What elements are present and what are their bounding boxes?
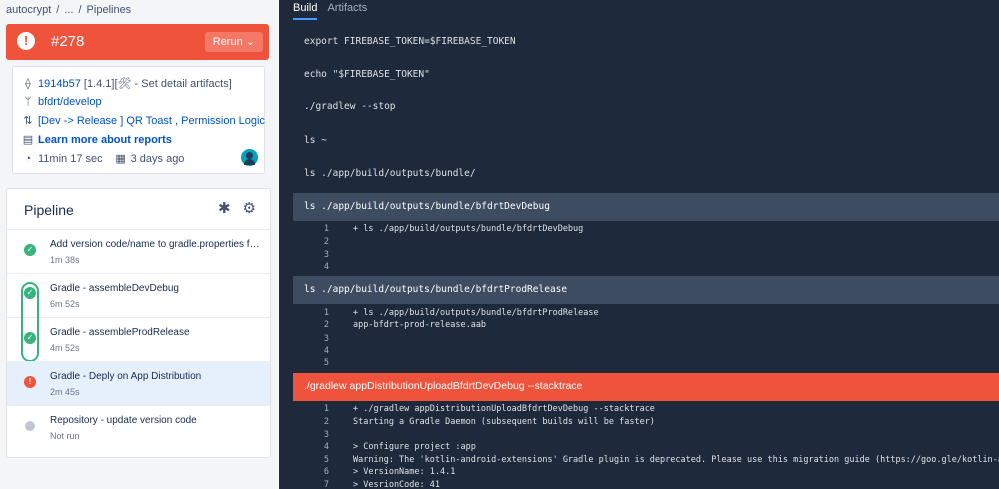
branch-link[interactable]: bfdrt/develop [38, 96, 102, 108]
step-title: Gradle - assembleProdRelease [50, 327, 190, 338]
log-line: 1 + ./gradlew appDistributionUploadBfdrtD… [323, 404, 655, 414]
pipeline-step[interactable]: Gradle - assembleProdRelease 4m 52s [7, 317, 270, 362]
commit-icon: ⟠ [25, 78, 31, 90]
build-duration: 11min 17 sec [38, 152, 103, 165]
log-line: 7 > VesrionCode: 41 [323, 480, 440, 489]
breadcrumb: autocrypt /... / Pipelines [6, 4, 132, 16]
bug-icon[interactable]: ✱ [218, 200, 231, 217]
log-line: 3 [323, 250, 329, 260]
step-title: Gradle - assembleDevDebug [50, 283, 179, 294]
not-run-icon [25, 421, 35, 431]
pipeline-step[interactable]: Repository - update version code Not run [7, 405, 270, 450]
log-line: 2 app-bfdrt-prod-release.aab [323, 320, 487, 330]
calendar-icon: ▦ [115, 153, 126, 165]
gear-icon[interactable]: ⚙ [243, 200, 256, 217]
step-duration: 1m 38s [50, 255, 80, 265]
log-command[interactable]: ls ./app/build/outputs/bundle/ [304, 168, 476, 179]
clock-icon: ◔ [24, 152, 32, 165]
pull-request-row: ⇅ [Dev -> Release ] QR Toast , Permissio… [22, 114, 265, 128]
duration-row: ◔ 11min 17 sec ▦ 3 days ago [22, 152, 185, 166]
step-title: Add version code/name to gradle.properti… [50, 239, 262, 250]
step-duration: 2m 45s [50, 387, 80, 397]
breadcrumb-ellipsis[interactable]: ... [64, 4, 73, 16]
pipeline-step-selected[interactable]: ! Gradle - Deply on App Distribution 2m … [7, 361, 270, 406]
pipeline-card: Pipeline ✱ ⚙ ✓ Add version code/name to g… [6, 188, 271, 458]
log-line: 2 [323, 237, 329, 247]
log-section-header-failed[interactable]: ./gradlew appDistributionUploadBfdrtDevD… [293, 373, 999, 401]
log-line: 1 + ls ./app/build/outputs/bundle/bfdrtPr… [323, 308, 599, 318]
log-command[interactable]: export FIREBASE_TOKEN=$FIREBASE_TOKEN [304, 36, 516, 47]
tab-artifacts[interactable]: Artifacts [327, 2, 367, 20]
reports-icon: ▤ [22, 134, 34, 146]
build-status-bar: ! #278 Rerun ⌄ [6, 24, 269, 60]
breadcrumb-repo[interactable]: autocrypt [6, 4, 51, 16]
build-info-card: ⟠ 1914b57 [1.4.1][🛠 - Set detail artifac… [12, 66, 265, 174]
pull-request-icon: ⇅ [23, 115, 33, 127]
pull-request-link[interactable]: [Dev -> Release ] QR Toast , Permission … [38, 115, 265, 127]
breadcrumb-pipelines[interactable]: Pipelines [87, 4, 132, 16]
log-line: 3 [323, 430, 329, 440]
success-check-icon: ✓ [24, 332, 36, 344]
commit-hash-link[interactable]: 1914b57 [38, 78, 81, 90]
build-date: 3 days ago [130, 152, 185, 165]
rerun-button[interactable]: Rerun ⌄ [204, 32, 263, 52]
left-panel: autocrypt /... / Pipelines ! #278 Rerun ⌄ ⟠… [0, 0, 278, 489]
log-line: 1 + ls ./app/build/outputs/bundle/bfdrtDe… [323, 224, 584, 234]
chevron-down-icon: ⌄ [245, 36, 255, 48]
step-title: Gradle - Deply on App Distribution [50, 371, 202, 382]
reports-row: ▤ Learn more about reports [22, 133, 172, 147]
branch-icon: ᛘ [24, 96, 32, 108]
log-line: 5 Warning: The 'kotlin-android-extensions… [323, 455, 999, 465]
reports-link[interactable]: Learn more about reports [38, 134, 172, 146]
log-command[interactable]: ls ~ [304, 135, 327, 146]
log-command[interactable]: ./gradlew --stop [304, 101, 396, 112]
commit-row: ⟠ 1914b57 [1.4.1][🛠 - Set detail artifac… [22, 77, 232, 91]
error-icon: ! [24, 376, 36, 388]
log-tabs: Build Artifacts [293, 2, 367, 20]
step-duration: 6m 52s [50, 299, 80, 309]
log-line: 4 > Configure project :app [323, 442, 476, 452]
log-line: 3 [323, 334, 329, 344]
log-command[interactable]: echo "$FIREBASE_TOKEN" [304, 69, 430, 80]
pipeline-title: Pipeline [24, 202, 74, 218]
log-section-header[interactable]: ls ./app/build/outputs/bundle/bfdrtDevDe… [293, 193, 999, 221]
tab-build[interactable]: Build [293, 2, 318, 20]
commit-message: [1.4.1][🛠 - Set detail artifacts] [83, 78, 232, 90]
step-title: Repository - update version code [50, 415, 197, 426]
log-line: 4 [323, 346, 329, 356]
log-section-header[interactable]: ls ./app/build/outputs/bundle/bfdrtProdR… [293, 276, 999, 304]
success-check-icon: ✓ [24, 287, 36, 299]
build-log-panel: Build Artifacts export FIREBASE_TOKEN=$F… [279, 0, 999, 489]
avatar[interactable] [241, 149, 258, 166]
pipeline-step[interactable]: ✓ Add version code/name to gradle.proper… [7, 229, 270, 274]
step-duration: Not run [50, 431, 80, 441]
step-duration: 4m 52s [50, 343, 80, 353]
log-line: 6 > VersionName: 1.4.1 [323, 467, 456, 477]
log-line: 2 Starting a Gradle Daemon (subsequent bu… [323, 417, 655, 427]
build-number: #278 [51, 33, 85, 50]
log-line: 5 [323, 358, 329, 368]
branch-row: ᛘ bfdrt/develop [22, 96, 102, 108]
log-line: 4 [323, 262, 329, 272]
success-check-icon: ✓ [24, 244, 36, 256]
error-icon: ! [17, 32, 35, 50]
pipeline-step[interactable]: Gradle - assembleDevDebug 6m 52s [7, 273, 270, 318]
